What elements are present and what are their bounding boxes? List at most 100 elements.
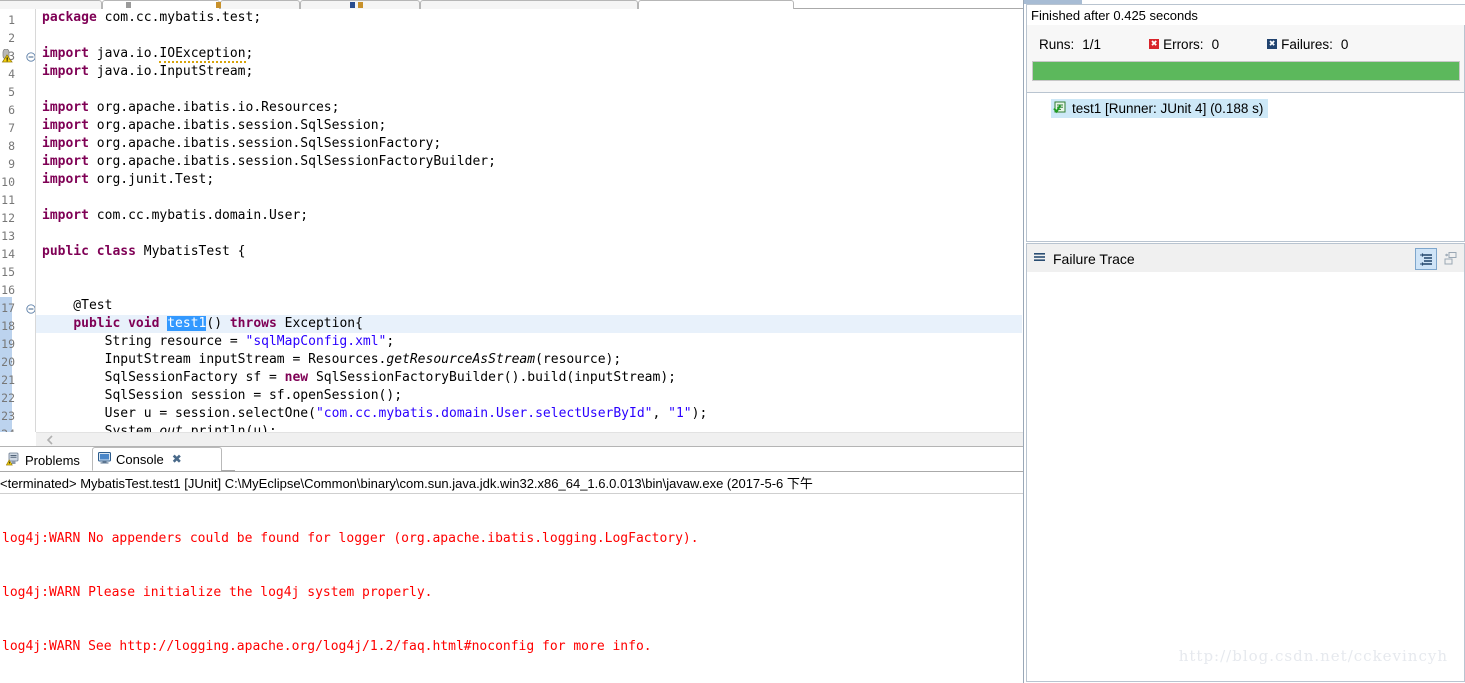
failures-label: Failures: [1281,36,1333,52]
code-line-3: import java.io.IOException; [42,46,254,63]
junit-counters-panel: Runs: 1/1 ✖ Errors: 0 ✖ Failures: 0 [1026,25,1465,93]
editor-tab-fragment-5[interactable] [420,0,638,9]
editor-tab-fragment-1[interactable] [0,0,102,9]
tab-icon-fragment-3 [350,2,355,8]
console-icon [97,450,112,468]
code-line-19: String resource = "sqlMapConfig.xml"; [42,334,395,349]
editor-tab-strip[interactable] [0,0,1023,9]
line-number: 8 [8,139,15,153]
bottom-tab-bar[interactable]: Problems Console ✖ [0,447,1023,472]
failures-value: 0 [1340,36,1349,52]
line-number: 21 [1,373,15,387]
junit-counters-row: Runs: 1/1 ✖ Errors: 0 ✖ Failures: 0 [1027,33,1464,55]
code-editor[interactable]: 1 2 3 4 5 6 7 8 9 10 11 12 13 14 15 16 1… [0,9,1023,432]
line-number: 17 [1,301,15,315]
line-number: 3 [8,49,15,63]
failure-trace-content[interactable] [1026,272,1465,682]
code-line-24: System.out.println(u); [42,424,277,432]
code-line-12: import com.cc.mybatis.domain.User; [42,208,309,223]
code-line-20: InputStream inputStream = Resources.getR… [42,352,622,367]
failure-trace-toolbar: Failure Trace [1026,243,1465,274]
tab-problems-label: Problems [25,452,80,468]
code-line-9: import org.apache.ibatis.session.SqlSess… [42,154,496,169]
line-number: 22 [1,391,15,405]
line-number: 23 [1,409,15,423]
line-number: 24 [0,427,15,432]
line-number: 10 [1,175,15,189]
failure-trace-label: Failure Trace [1053,250,1135,267]
close-icon[interactable]: ✖ [172,452,182,466]
tab-icon-fragment-4 [358,2,363,8]
line-number: 19 [1,337,15,351]
junit-progress-bar [1033,62,1459,80]
eclipse-workbench: 1 2 3 4 5 6 7 8 9 10 11 12 13 14 15 16 1… [0,0,1465,683]
junit-view: Finished after 0.425 seconds Runs: 1/1 ✖… [1023,0,1465,683]
tab-dirty-dot-1 [126,2,131,8]
line-number: 4 [8,67,15,81]
left-column: 1 2 3 4 5 6 7 8 9 10 11 12 13 14 15 16 1… [0,0,1023,683]
editor-tab-fragment-6[interactable] [638,0,794,9]
line-number: 2 [8,31,15,45]
watermark-text: http://blog.csdn.net/cckevincyh [1178,647,1448,665]
selected-token: test1 [167,316,207,331]
filter-stack-trace-button[interactable] [1415,248,1437,270]
runs-label: Runs: [1039,36,1075,52]
scroll-left-arrow-icon[interactable] [44,434,56,446]
editor-tab-fragment-2[interactable] [102,0,220,9]
test-passed-icon [1053,100,1067,117]
junit-test-tree[interactable]: test1 [Runner: JUnit 4] (0.188 s) [1026,93,1465,242]
runs-group: Runs: 1/1 [1039,37,1101,52]
junit-tree-item-label: test1 [Runner: JUnit 4] (0.188 s) [1072,101,1264,116]
code-text-area[interactable]: package com.cc.mybatis.test; import java… [38,9,1023,432]
editor-tab-fragment-3[interactable] [220,0,300,9]
tab-console[interactable]: Console ✖ [92,447,235,471]
console-line: log4j:WARN See http://logging.apache.org… [2,639,652,654]
code-line-10: import org.junit.Test; [42,172,215,187]
code-line-7: import org.apache.ibatis.session.SqlSess… [42,118,387,133]
bottom-tab-baseline [0,471,1023,472]
view-menu-icon[interactable] [1033,251,1047,266]
tab-console-label: Console [116,451,164,467]
junit-status-text: Finished after 0.425 seconds [1031,7,1198,23]
line-number: 16 [1,283,15,297]
error-x-icon: ✖ [1149,39,1160,49]
maximize-button[interactable] [1440,248,1460,268]
junit-progress-track [1032,61,1460,81]
line-number: 9 [8,157,15,171]
runs-value: 1/1 [1082,36,1102,52]
code-line-14: public class MybatisTest { [42,244,246,259]
line-number: 13 [1,229,15,243]
editor-gutter: 1 2 3 4 5 6 7 8 9 10 11 12 13 14 15 16 1… [0,9,36,432]
line-number: 12 [1,211,15,225]
console-line: log4j:WARN Please initialize the log4j s… [2,585,433,600]
errors-value: 0 [1211,36,1220,52]
failures-group: ✖ Failures: 0 [1267,37,1348,52]
line-number: 7 [8,121,15,135]
tab-tail [221,448,235,471]
code-line-21: SqlSessionFactory sf = new SqlSessionFac… [42,370,676,385]
console-output[interactable]: log4j:WARN No appenders could be found f… [0,494,1023,683]
bottom-panel: Problems Console ✖ <terminated> MybatisT… [0,447,1023,683]
line-number: 20 [1,355,15,369]
editor-horizontal-scrollbar[interactable] [36,432,1023,447]
line-number: 15 [1,265,15,279]
code-line-6: import org.apache.ibatis.io.Resources; [42,100,340,115]
code-line-23: User u = session.selectOne("com.cc.mybat… [42,406,708,421]
problems-icon [5,451,21,469]
line-number: 11 [1,193,15,207]
junit-status-bar: Finished after 0.425 seconds [1026,4,1465,26]
console-line: log4j:WARN No appenders could be found f… [2,531,699,546]
errors-label: Errors: [1163,36,1204,52]
failure-x-icon: ✖ [1267,39,1278,49]
code-line-4: import java.io.InputStream; [42,64,254,79]
junit-tree-item[interactable]: test1 [Runner: JUnit 4] (0.188 s) [1051,99,1269,118]
code-line-17: @Test [42,298,113,313]
line-number: 18 [1,319,15,333]
tab-problems[interactable]: Problems [2,449,86,471]
line-number: 5 [8,85,15,99]
line-number: 14 [1,247,15,261]
line-number: 6 [8,103,15,117]
console-launch-header: <terminated> MybatisTest.test1 [JUnit] C… [0,476,813,491]
errors-group: ✖ Errors: 0 [1149,37,1219,52]
gutter-separator [35,9,36,432]
